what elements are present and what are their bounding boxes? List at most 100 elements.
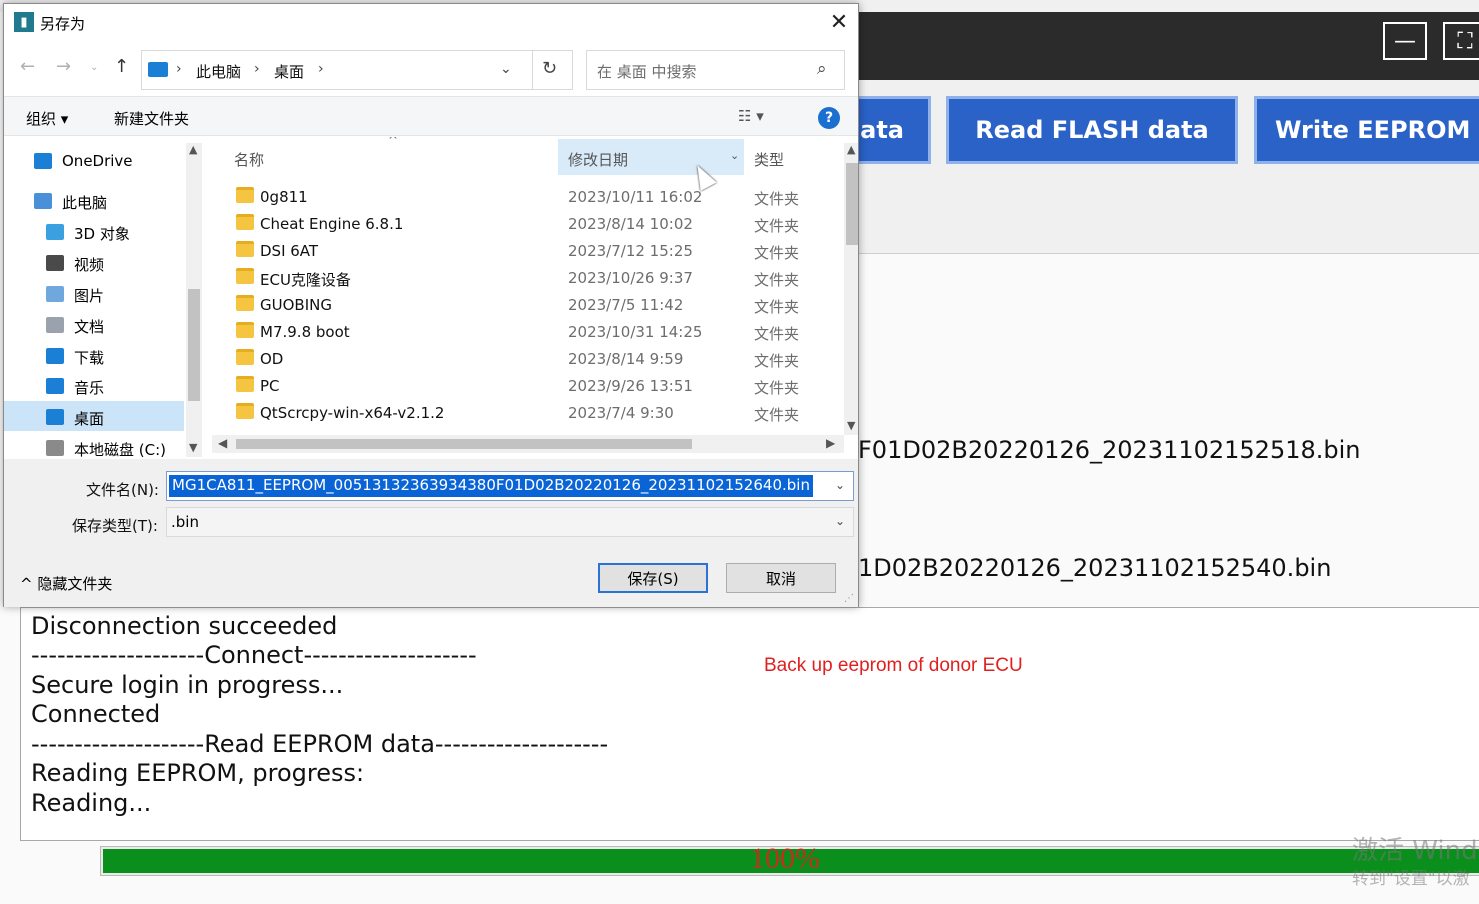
- chevron-down-icon[interactable]: ⌄: [730, 149, 739, 162]
- file-name: OD: [260, 350, 284, 368]
- chevron-down-icon[interactable]: ⌄: [835, 514, 845, 528]
- file-row[interactable]: Cheat Engine 6.8.1 2023/8/14 10:02 文件夹: [212, 210, 844, 237]
- file-date: 2023/10/26 9:37: [568, 269, 693, 287]
- view-options-icon[interactable]: ☷ ▾: [738, 107, 764, 125]
- refresh-icon[interactable]: ↻: [542, 58, 557, 79]
- dialog-titlebar[interactable]: ▮ 另存为 ✕: [4, 4, 858, 40]
- filetype-value[interactable]: .bin: [171, 513, 199, 531]
- hide-folders-toggle[interactable]: ^ 隐藏文件夹: [20, 573, 112, 594]
- help-icon[interactable]: ?: [818, 107, 840, 129]
- saved-file-path: F01D02B20220126_20231102152518.bin: [858, 436, 1361, 464]
- column-header-date[interactable]: 修改日期: [568, 149, 628, 170]
- cloud-icon: [34, 153, 52, 169]
- write-eeprom-button[interactable]: Write EEPROM d: [1254, 96, 1479, 164]
- file-row[interactable]: DSI 6AT 2023/7/12 15:25 文件夹: [212, 237, 844, 264]
- filename-field[interactable]: MG1CA811_EEPROM_00513132363934380F01D02B…: [166, 471, 854, 501]
- saved-file-path: 1D02B20220126_20231102152540.bin: [858, 554, 1332, 582]
- nav-tree-label: 本地磁盘 (C:): [74, 441, 166, 459]
- file-row[interactable]: QtScrcpy-win-x64-v2.1.2 2023/7/4 9:30 文件夹: [212, 399, 844, 426]
- nav-tree-item[interactable]: 图片: [4, 278, 184, 308]
- nav-scrollbar[interactable]: ▲ ▼: [186, 143, 202, 457]
- chevron-down-icon[interactable]: ⌄: [835, 478, 845, 492]
- log-line: --------------------Connect-------------…: [31, 641, 477, 669]
- file-name: GUOBING: [260, 296, 332, 314]
- nav-tree-item[interactable]: 3D 对象: [4, 216, 184, 246]
- breadcrumb-this-pc[interactable]: 此电脑: [196, 61, 241, 82]
- column-header-type[interactable]: 类型: [754, 149, 784, 170]
- filename-input[interactable]: MG1CA811_EEPROM_00513132363934380F01D02B…: [169, 475, 813, 497]
- save-form: 文件名(N): MG1CA811_EEPROM_0051313236393438…: [4, 459, 858, 607]
- file-list-horizontal-scrollbar[interactable]: ◀ ▶: [212, 435, 844, 453]
- nav-tree-item[interactable]: 下载: [4, 340, 184, 370]
- activation-watermark: 激活 Windo: [1352, 836, 1479, 866]
- cancel-button[interactable]: 取消: [726, 563, 836, 593]
- file-row[interactable]: GUOBING 2023/7/5 11:42 文件夹: [212, 291, 844, 318]
- chevron-right-icon[interactable]: ›: [318, 61, 324, 77]
- music-icon: [46, 378, 64, 394]
- hide-folders-label: 隐藏文件夹: [37, 575, 113, 593]
- save-button[interactable]: 保存(S): [598, 563, 708, 593]
- nav-tree-item[interactable]: 本地磁盘 (C:): [4, 432, 184, 459]
- minimize-button[interactable]: —: [1383, 22, 1427, 60]
- nav-tree-item[interactable]: 音乐: [4, 370, 184, 400]
- nav-tree-label: 文档: [74, 318, 105, 336]
- breadcrumb-desktop[interactable]: 桌面: [274, 61, 304, 82]
- file-row[interactable]: M7.9.8 boot 2023/10/31 14:25 文件夹: [212, 318, 844, 345]
- scroll-up-icon[interactable]: ▲: [189, 143, 197, 156]
- video-icon: [46, 255, 64, 271]
- address-bar[interactable]: › 此电脑 › 桌面 › ⌄ ↻: [141, 50, 573, 90]
- folder-icon: [236, 403, 254, 419]
- file-type: 文件夹: [754, 244, 800, 262]
- search-box[interactable]: 在 桌面 中搜索 ⌕: [586, 50, 845, 90]
- filetype-select[interactable]: .bin ⌄: [166, 507, 854, 537]
- cube-icon: [46, 224, 64, 240]
- scroll-down-icon[interactable]: ▼: [189, 441, 197, 454]
- up-arrow-icon[interactable]: ↑: [114, 56, 129, 77]
- file-row[interactable]: OD 2023/8/14 9:59 文件夹: [212, 345, 844, 372]
- column-header-name[interactable]: 名称: [234, 149, 264, 170]
- file-type: 文件夹: [754, 298, 800, 316]
- scroll-thumb[interactable]: [846, 163, 858, 245]
- forward-arrow-icon[interactable]: →: [56, 56, 71, 77]
- file-name: Cheat Engine 6.8.1: [260, 215, 404, 233]
- search-input[interactable]: 在 桌面 中搜索: [597, 61, 697, 82]
- chevron-right-icon[interactable]: ›: [176, 61, 182, 77]
- scroll-thumb[interactable]: [188, 289, 200, 401]
- log-output: Disconnection succeeded ----------------…: [20, 607, 1479, 841]
- file-row[interactable]: PC 2023/9/26 13:51 文件夹: [212, 372, 844, 399]
- resize-grip-icon[interactable]: ⋰: [844, 593, 854, 604]
- close-button[interactable]: ✕: [824, 8, 854, 36]
- scroll-left-icon[interactable]: ◀: [218, 436, 227, 450]
- read-flash-button[interactable]: Read FLASH data: [946, 96, 1238, 164]
- file-date: 2023/9/26 13:51: [568, 377, 693, 395]
- file-date: 2023/8/14 9:59: [568, 350, 684, 368]
- scroll-down-icon[interactable]: ▼: [847, 419, 855, 432]
- fullscreen-button[interactable]: ⛶: [1443, 22, 1479, 60]
- file-row[interactable]: ECU克隆设备 2023/10/26 9:37 文件夹: [212, 264, 844, 291]
- scroll-thumb[interactable]: [236, 439, 692, 449]
- nav-tree-item[interactable]: 视频: [4, 247, 184, 277]
- desktop-icon: [46, 409, 64, 425]
- column-headers: ^ 名称 修改日期 ⌄ 类型: [212, 137, 844, 177]
- recent-locations-icon[interactable]: ⌄: [90, 62, 98, 73]
- folder-icon: [236, 241, 254, 257]
- nav-tree-item[interactable]: OneDrive: [4, 145, 184, 175]
- log-line: Reading EEPROM, progress:: [31, 759, 365, 787]
- nav-tree-item[interactable]: 此电脑: [4, 185, 184, 215]
- nav-tree-label: 音乐: [74, 379, 105, 397]
- drive-icon: [46, 440, 64, 456]
- chevron-up-icon: ^: [20, 575, 33, 593]
- nav-tree-item[interactable]: 桌面: [4, 401, 184, 431]
- scroll-right-icon[interactable]: ▶: [826, 436, 835, 450]
- new-folder-button[interactable]: 新建文件夹: [114, 108, 189, 129]
- file-row[interactable]: 0g811 2023/10/11 16:02 文件夹: [212, 183, 844, 210]
- chevron-down-icon[interactable]: ⌄: [500, 61, 512, 77]
- back-arrow-icon[interactable]: ←: [20, 56, 35, 77]
- chevron-right-icon[interactable]: ›: [254, 61, 260, 77]
- file-list-vertical-scrollbar[interactable]: ▲ ▼: [844, 143, 858, 435]
- scroll-up-icon[interactable]: ▲: [847, 143, 855, 156]
- navigation-pane: OneDrive 此电脑 3D 对象 视频 图片文档下载音乐桌面本地磁盘 (C:) ▲ …: [4, 137, 204, 459]
- nav-tree-item[interactable]: 文档: [4, 309, 184, 339]
- organize-menu[interactable]: 组织 ▾: [26, 108, 68, 129]
- search-icon[interactable]: ⌕: [817, 59, 827, 79]
